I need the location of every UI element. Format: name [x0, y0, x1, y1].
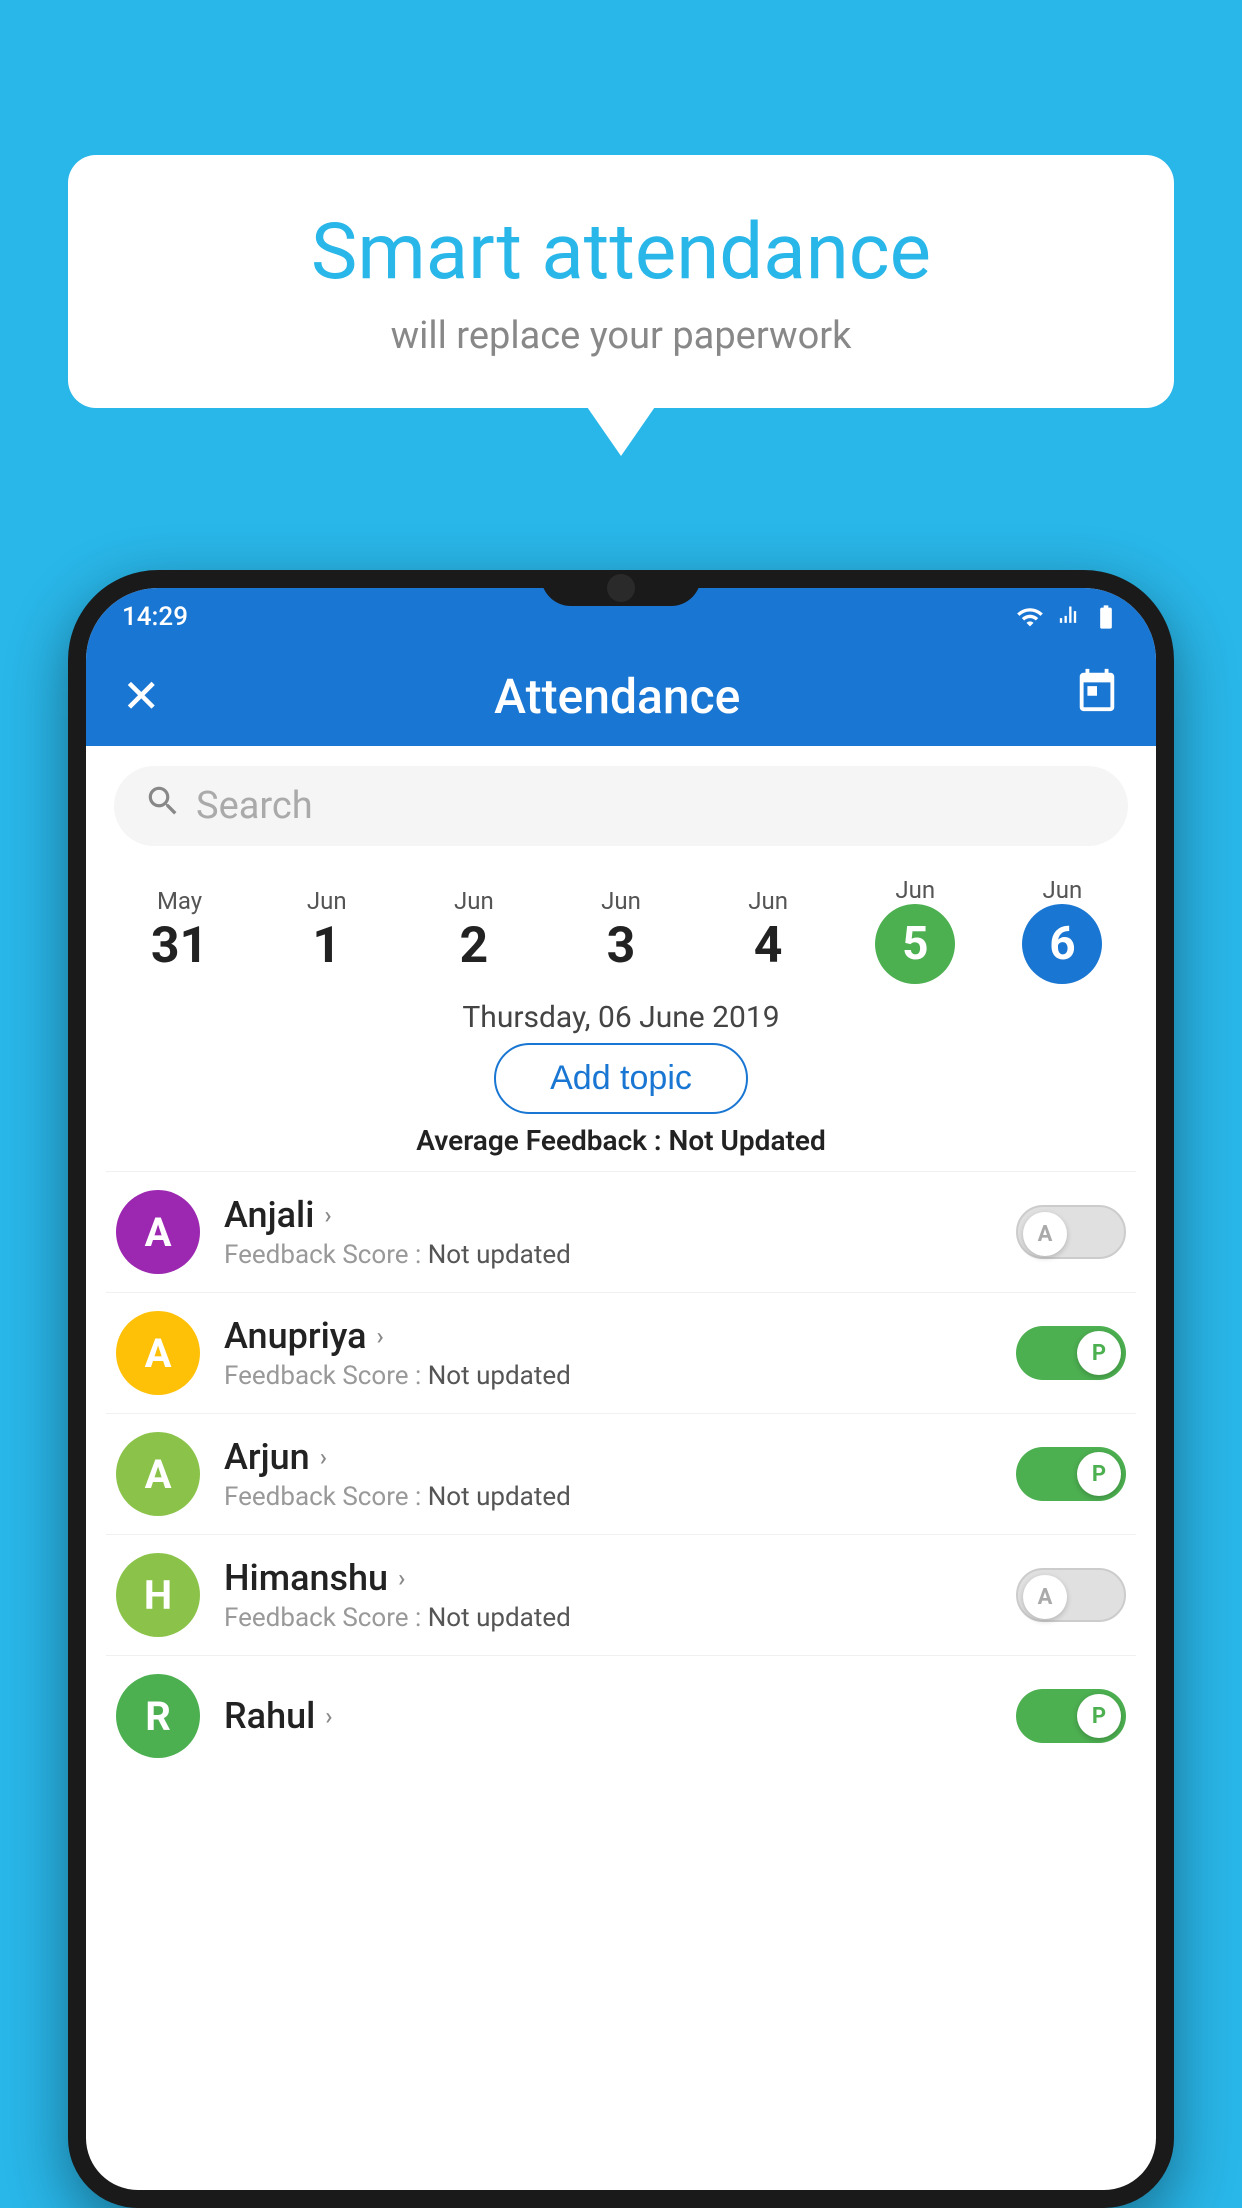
phone-notch — [541, 570, 701, 606]
search-bar[interactable]: Search — [114, 766, 1128, 846]
camera — [607, 574, 635, 602]
date-col-2[interactable]: Jun 2 — [400, 887, 547, 974]
search-input[interactable]: Search — [196, 784, 1098, 828]
bubble-title: Smart attendance — [128, 210, 1114, 296]
student-info-anupriya: Anupriya › Feedback Score : Not updated — [224, 1315, 992, 1391]
signal-icon — [1054, 603, 1082, 631]
date-col-3[interactable]: Jun 3 — [547, 887, 694, 974]
student-info-arjun: Arjun › Feedback Score : Not updated — [224, 1436, 992, 1512]
avg-feedback-label: Average Feedback : — [416, 1124, 668, 1157]
avatar-rahul: R — [116, 1674, 200, 1758]
status-time: 14:29 — [122, 602, 188, 632]
date-strip: May 31 Jun 1 Jun 2 Jun 3 Jun 4 Jun 5 — [86, 866, 1156, 994]
toggle-knob-anjali: A — [1023, 1212, 1067, 1256]
toggle-rahul[interactable]: P — [1016, 1689, 1126, 1743]
student-list: A Anjali › Feedback Score : Not updated … — [86, 1171, 1156, 1776]
student-info-himanshu: Himanshu › Feedback Score : Not updated — [224, 1557, 992, 1633]
phone-frame: 14:29 ✕ Attendance Search — [68, 570, 1174, 2208]
student-item-rahul[interactable]: R Rahul › P — [106, 1655, 1136, 1776]
toggle-knob-anupriya: P — [1077, 1331, 1121, 1375]
toggle-knob-rahul: P — [1077, 1694, 1121, 1738]
chevron-icon: › — [325, 1702, 332, 1730]
avatar-anupriya: A — [116, 1311, 200, 1395]
date-col-5[interactable]: Jun 5 — [842, 876, 989, 984]
student-name-anupriya: Anupriya › — [224, 1315, 992, 1357]
date-col-0[interactable]: May 31 — [106, 887, 253, 974]
selected-date-label: Thursday, 06 June 2019 — [86, 1000, 1156, 1035]
student-name-arjun: Arjun › — [224, 1436, 992, 1478]
battery-icon — [1092, 603, 1120, 631]
avatar-anjali: A — [116, 1190, 200, 1274]
toggle-anupriya[interactable]: P — [1016, 1326, 1126, 1380]
toggle-knob-arjun: P — [1077, 1452, 1121, 1496]
student-item-anupriya[interactable]: A Anupriya › Feedback Score : Not update… — [106, 1292, 1136, 1413]
wifi-icon — [1016, 603, 1044, 631]
add-topic-button[interactable]: Add topic — [494, 1043, 748, 1114]
chevron-icon: › — [324, 1201, 331, 1229]
search-icon — [144, 782, 182, 830]
student-item-himanshu[interactable]: H Himanshu › Feedback Score : Not update… — [106, 1534, 1136, 1655]
chevron-icon: › — [320, 1443, 327, 1471]
avatar-himanshu: H — [116, 1553, 200, 1637]
toggle-knob-himanshu: A — [1023, 1575, 1067, 1619]
student-info-rahul: Rahul › — [224, 1695, 992, 1737]
chevron-icon: › — [377, 1322, 384, 1350]
toggle-arjun[interactable]: P — [1016, 1447, 1126, 1501]
app-bar-title: Attendance — [161, 668, 1074, 725]
feedback-himanshu: Feedback Score : Not updated — [224, 1603, 992, 1633]
date-col-6[interactable]: Jun 6 — [989, 876, 1136, 984]
student-item-arjun[interactable]: A Arjun › Feedback Score : Not updated P — [106, 1413, 1136, 1534]
app-bar: ✕ Attendance — [86, 646, 1156, 746]
phone-screen: 14:29 ✕ Attendance Search — [86, 588, 1156, 2190]
avg-feedback: Average Feedback : Not Updated — [86, 1124, 1156, 1157]
avatar-arjun: A — [116, 1432, 200, 1516]
toggle-himanshu[interactable]: A — [1016, 1568, 1126, 1622]
date-col-4[interactable]: Jun 4 — [695, 887, 842, 974]
status-icons — [1016, 603, 1120, 631]
student-info-anjali: Anjali › Feedback Score : Not updated — [224, 1194, 992, 1270]
student-item-anjali[interactable]: A Anjali › Feedback Score : Not updated … — [106, 1171, 1136, 1292]
feedback-anupriya: Feedback Score : Not updated — [224, 1361, 992, 1391]
speech-bubble: Smart attendance will replace your paper… — [68, 155, 1174, 408]
calendar-button[interactable] — [1074, 667, 1120, 725]
close-button[interactable]: ✕ — [122, 669, 161, 724]
student-name-himanshu: Himanshu › — [224, 1557, 992, 1599]
chevron-icon: › — [398, 1564, 405, 1592]
toggle-anjali[interactable]: A — [1016, 1205, 1126, 1259]
student-name-anjali: Anjali › — [224, 1194, 992, 1236]
student-name-rahul: Rahul › — [224, 1695, 992, 1737]
bubble-subtitle: will replace your paperwork — [128, 314, 1114, 358]
feedback-anjali: Feedback Score : Not updated — [224, 1240, 992, 1270]
feedback-arjun: Feedback Score : Not updated — [224, 1482, 992, 1512]
avg-feedback-value: Not Updated — [669, 1124, 826, 1157]
date-col-1[interactable]: Jun 1 — [253, 887, 400, 974]
